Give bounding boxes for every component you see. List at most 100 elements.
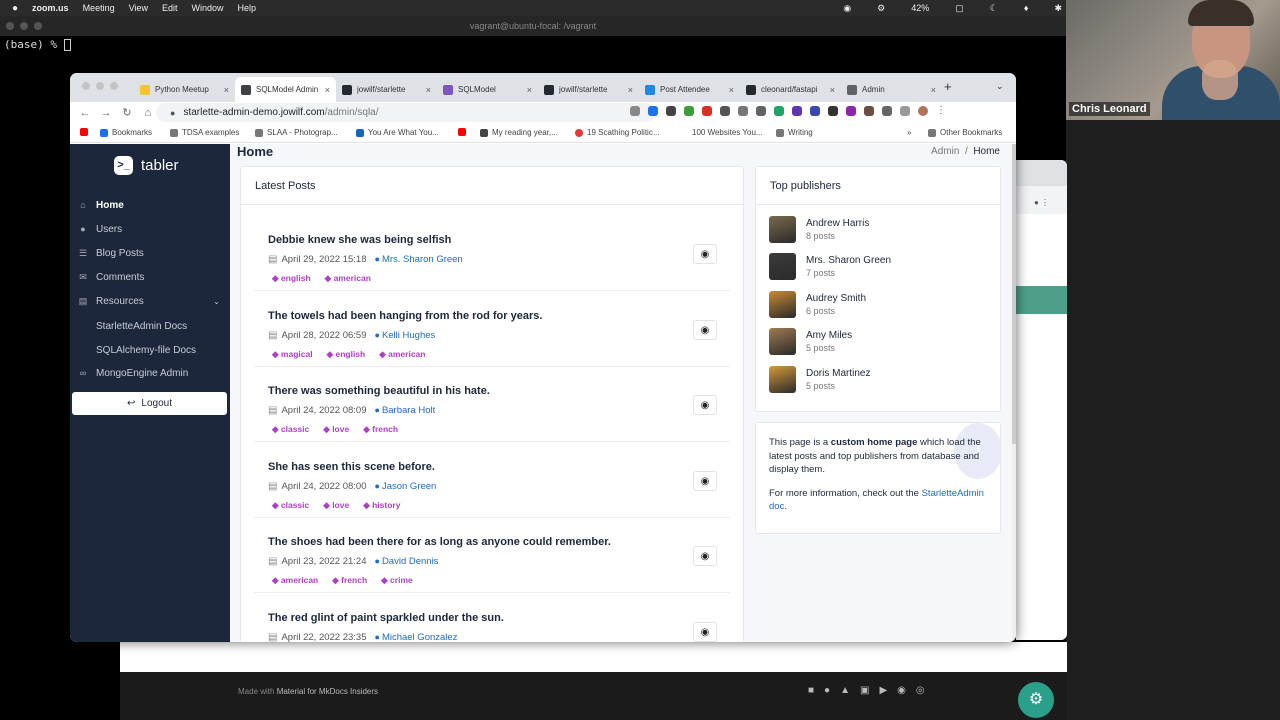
sidebar-item-resources[interactable]: ▤ Resources ⌄	[78, 291, 226, 311]
brand-logo[interactable]: >_ tabler	[114, 156, 179, 175]
view-post-button[interactable]: ◉	[693, 244, 717, 264]
browser-tab[interactable]: Python Meetup ×	[134, 77, 235, 102]
youtube-icon[interactable]: ▶	[879, 685, 887, 696]
minimize-dot-icon[interactable]	[20, 22, 28, 30]
menu-edit[interactable]: Edit	[162, 3, 178, 13]
globe-icon[interactable]: ◎	[916, 685, 925, 696]
post-tag[interactable]: ◆ history	[363, 500, 400, 511]
sidepanel-icon[interactable]	[900, 106, 910, 116]
zoom-dot-icon[interactable]	[34, 22, 42, 30]
extension-icon[interactable]	[846, 106, 856, 116]
sidebar-item-starletteadmin-docs[interactable]: StarletteAdmin Docs	[96, 321, 187, 332]
close-tab-icon[interactable]: ×	[628, 85, 633, 95]
post-tag[interactable]: ◆ french	[363, 424, 398, 435]
extension-icon[interactable]	[756, 106, 766, 116]
browser-tab[interactable]: cleonard/fastapi ×	[740, 77, 841, 102]
sidebar-item-users[interactable]: ● Users	[78, 219, 226, 239]
share-icon[interactable]	[630, 106, 640, 116]
linkedin-icon[interactable]: ▣	[860, 685, 869, 696]
sidebar-item-home[interactable]: ⌂ Home	[78, 195, 226, 215]
close-tab-icon[interactable]: ×	[931, 85, 936, 95]
post-tag[interactable]: ◆ american	[272, 575, 318, 586]
extension-icon[interactable]	[702, 106, 712, 116]
zoom-dot-icon[interactable]	[110, 82, 118, 90]
sidebar-item-sqlalchemy-file-docs[interactable]: SQLAlchemy-file Docs	[96, 345, 196, 356]
post-tag[interactable]: ◆ classic	[272, 500, 309, 511]
bookmark-item[interactable]: Bookmarks	[100, 128, 152, 137]
bell-icon[interactable]: ♦	[1024, 3, 1029, 13]
minimize-dot-icon[interactable]	[96, 82, 104, 90]
chat-icon[interactable]: ●	[824, 685, 830, 696]
apple-icon[interactable]: ●	[12, 3, 18, 14]
other-bookmarks[interactable]: Other Bookmarks	[928, 128, 1002, 137]
extension-icon[interactable]	[774, 106, 784, 116]
extension-icon[interactable]	[828, 106, 838, 116]
browser-tab[interactable]: Post Attendee ×	[639, 77, 740, 102]
bookmark-youtube[interactable]	[80, 128, 92, 136]
star-icon[interactable]	[648, 106, 658, 116]
bookmark-item[interactable]: My reading year,...	[480, 128, 558, 137]
post-tag[interactable]: ◆ american	[379, 349, 425, 360]
menu-view[interactable]: View	[129, 3, 148, 13]
close-tab-icon[interactable]: ×	[830, 85, 835, 95]
bookmarks-more[interactable]: »	[907, 128, 911, 137]
post-tag[interactable]: ◆ crime	[381, 575, 413, 586]
post-tag[interactable]: ◆ magical	[272, 349, 313, 360]
view-post-button[interactable]: ◉	[693, 395, 717, 415]
scrollbar-thumb[interactable]	[1012, 144, 1016, 444]
extension-icon[interactable]	[720, 106, 730, 116]
twitter-icon[interactable]: ▲	[840, 685, 850, 696]
bookmark-item[interactable]: 100 Websites You...	[692, 128, 763, 137]
bookmark-item[interactable]: SLAA - Photograp...	[255, 128, 338, 137]
menu-help[interactable]: Help	[237, 3, 256, 13]
sidebar-item-mongoengine-admin[interactable]: ∞ MongoEngine Admin	[78, 363, 226, 383]
home-icon[interactable]: ⌂	[142, 107, 154, 119]
browser-tab[interactable]: Admin ×	[841, 77, 942, 102]
kebab-menu-icon[interactable]: ⋮	[936, 106, 946, 116]
new-tab-icon[interactable]: +	[944, 79, 952, 94]
battery-percent[interactable]: 42%	[911, 3, 929, 13]
gear-icon[interactable]: ⚙	[877, 3, 885, 14]
close-tab-icon[interactable]: ×	[426, 85, 431, 95]
puzzle-icon[interactable]	[882, 106, 892, 116]
breadcrumb-admin[interactable]: Admin	[931, 146, 959, 157]
post-author-link[interactable]: ● Michael Gonzalez	[375, 632, 458, 643]
post-tag[interactable]: ◆ american	[325, 273, 371, 284]
extension-icon[interactable]	[792, 106, 802, 116]
menu-window[interactable]: Window	[191, 3, 223, 13]
discord-icon[interactable]: ■	[808, 685, 814, 696]
post-tag[interactable]: ◆ french	[332, 575, 367, 586]
close-tab-icon[interactable]: ×	[527, 85, 532, 95]
reload-icon[interactable]: ↻	[121, 106, 133, 119]
chevron-down-icon[interactable]: ⌄	[996, 81, 1004, 92]
bookmark-item[interactable]: TDSA examples	[170, 128, 239, 137]
bookmark-item[interactable]	[458, 128, 470, 136]
view-post-button[interactable]: ◉	[693, 546, 717, 566]
post-tag[interactable]: ◆ love	[323, 500, 349, 511]
browser-tab[interactable]: jowilf/starlette ×	[336, 77, 437, 102]
close-tab-icon[interactable]: ×	[224, 85, 229, 95]
menu-meeting[interactable]: Meeting	[83, 3, 115, 13]
extension-icon[interactable]	[864, 106, 874, 116]
post-tag[interactable]: ◆ classic	[272, 424, 309, 435]
view-post-button[interactable]: ◉	[693, 319, 717, 340]
window-icon[interactable]: ▢	[955, 3, 964, 14]
sidebar-item-blog-posts[interactable]: ☰ Blog Posts	[78, 243, 226, 263]
extension-icon[interactable]	[738, 106, 748, 116]
sidebar-item-comments[interactable]: ✉ Comments	[78, 267, 226, 287]
post-author-link[interactable]: ● Barbara Holt	[375, 405, 436, 416]
robot-icon[interactable]: ⚙	[1018, 682, 1054, 718]
address-bar[interactable]: ● starlette-admin-demo.jowilf.com/admin/…	[156, 103, 656, 122]
medium-icon[interactable]: ◉	[897, 685, 906, 696]
logout-button[interactable]: ↩ Logout	[72, 392, 227, 415]
browser-tab[interactable]: SQLModel ×	[437, 77, 538, 102]
view-post-button[interactable]: ◉	[693, 470, 717, 491]
close-tab-icon[interactable]: ×	[729, 85, 734, 95]
lock-icon[interactable]: ●	[170, 108, 175, 118]
bookmark-item[interactable]: 19 Scathing Politic...	[575, 128, 659, 137]
post-author-link[interactable]: ● Mrs. Sharon Green	[375, 254, 463, 265]
zoom-status-icon[interactable]: ◉	[843, 3, 851, 14]
post-author-link[interactable]: ● Jason Green	[375, 481, 437, 492]
extension-icon[interactable]	[684, 106, 694, 116]
close-dot-icon[interactable]	[82, 82, 90, 90]
